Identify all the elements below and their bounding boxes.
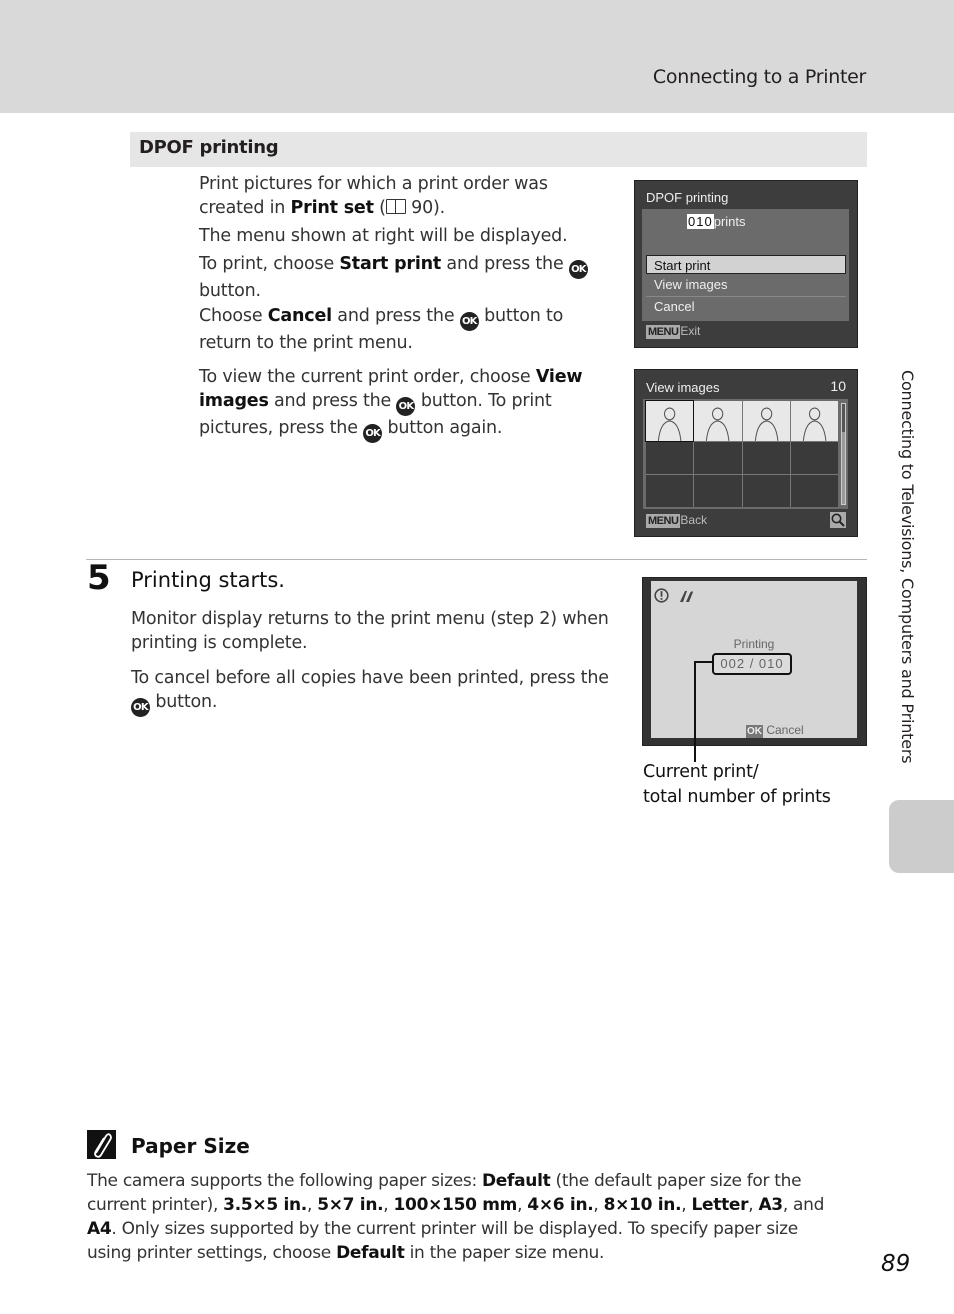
dpof-printing-screen: DPOF printing 010prints Start print View… xyxy=(634,180,858,348)
callout-label: Current print/ total number of prints xyxy=(643,762,831,807)
thumbnail-empty xyxy=(646,441,694,474)
thumbnail-empty xyxy=(742,441,790,474)
chapter-side-label: Connecting to Televisions, Computers and… xyxy=(898,370,917,764)
note-text-segment: , xyxy=(383,1195,394,1215)
page-number: 89 xyxy=(881,1251,911,1277)
print-progress-counter: 002 / 010 xyxy=(712,653,792,675)
paper-size-option: A4 xyxy=(87,1219,112,1239)
thumbnail-grid xyxy=(644,400,838,507)
instruction-para: The menu shown at right will be displaye… xyxy=(199,226,568,246)
print-count-suffix: prints xyxy=(713,214,746,229)
printing-status: Printing xyxy=(733,637,775,651)
menu-item-start-print[interactable]: Start print xyxy=(646,255,846,274)
instruction-para: Choose Cancel and press the OK button to… xyxy=(199,306,564,353)
thumbnail-empty xyxy=(742,474,790,507)
note-text-segment: The camera supports the following paper … xyxy=(87,1171,482,1191)
magnify-icon xyxy=(830,512,846,528)
chapter-side-tab xyxy=(889,800,954,873)
note-text-segment: in the paper size menu. xyxy=(404,1243,605,1263)
warning-icon xyxy=(654,588,669,603)
ok-button-icon: OK xyxy=(363,424,383,443)
ok-button-icon: OK xyxy=(459,312,479,331)
menu-key-icon: MENU xyxy=(646,325,681,339)
screen-panel: 010prints Start print View images Cancel xyxy=(642,209,849,321)
step-para: To cancel before all copies have been pr… xyxy=(131,666,611,717)
scrollbar[interactable] xyxy=(841,403,846,505)
thumbnail-woman-with-child[interactable] xyxy=(694,401,742,441)
menu-item-cancel[interactable]: Cancel xyxy=(654,299,694,314)
callout-line xyxy=(694,661,696,762)
menu-key-icon: MENU xyxy=(646,514,681,528)
note-title: Paper Size xyxy=(131,1134,250,1158)
note-text-segment: , xyxy=(593,1195,604,1215)
chapter-title: Connecting to a Printer xyxy=(652,66,866,88)
thumbnail-empty xyxy=(694,474,742,507)
screen-footer: MENU Exit xyxy=(646,324,701,339)
section-divider xyxy=(86,559,867,560)
instruction-para: To print, choose Start print and press t… xyxy=(199,252,609,303)
thumbnail-empty xyxy=(694,441,742,474)
thumbnail-flowers[interactable] xyxy=(790,401,838,441)
thumbnail-empty xyxy=(790,474,838,507)
thumbnail-empty xyxy=(790,441,838,474)
paper-size-option: 5×7 in. xyxy=(317,1195,384,1215)
paper-size-option: 4×6 in. xyxy=(527,1195,594,1215)
section-title: DPOF printing xyxy=(139,137,279,158)
image-count: 10 xyxy=(830,378,846,394)
callout-line xyxy=(694,661,713,663)
book-icon xyxy=(385,199,406,214)
printing-screen: Printing 002 / 010 OK Cancel xyxy=(642,577,867,746)
thumbnail-panel xyxy=(643,399,848,509)
note-text-segment: , xyxy=(748,1195,759,1215)
note-text-segment: , xyxy=(517,1195,528,1215)
paper-size-option: 8×10 in. xyxy=(603,1195,682,1215)
cancel-hint: OK Cancel xyxy=(746,723,804,738)
paper-size-option: 3.5×5 in. xyxy=(223,1195,307,1215)
note-body: The camera supports the following paper … xyxy=(87,1169,847,1265)
paper-size-option: Default xyxy=(336,1243,405,1263)
step-title: Printing starts. xyxy=(131,568,285,592)
ok-button-icon: OK xyxy=(396,397,416,416)
header-band xyxy=(0,0,954,113)
step-para: Monitor display returns to the print men… xyxy=(131,609,609,653)
ok-button-icon: OK xyxy=(131,698,150,717)
printing-panel: Printing 002 / 010 OK Cancel xyxy=(651,581,857,738)
thumbnail-portrait-woman[interactable] xyxy=(644,400,695,442)
print-count: 010 xyxy=(687,214,714,229)
paper-size-option: 100×150 mm xyxy=(393,1195,518,1215)
instruction-para: Print pictures for which a print order w… xyxy=(199,174,548,218)
paper-size-option: Letter xyxy=(691,1195,749,1215)
pictbridge-icon xyxy=(678,589,694,603)
view-images-screen: View images 10 MENU Back xyxy=(634,369,858,537)
screen-footer: MENU Back xyxy=(646,513,708,528)
screen-title: View images xyxy=(646,380,720,395)
thumbnail-empty xyxy=(646,474,694,507)
note-text-segment: , xyxy=(306,1195,318,1215)
paper-size-option: A3 xyxy=(758,1195,783,1215)
step-number: 5 xyxy=(87,558,111,598)
instruction-para: To view the current print order, choose … xyxy=(199,365,609,443)
scrollbar-thumb[interactable] xyxy=(842,404,845,432)
ok-button-icon: OK xyxy=(568,260,588,279)
ok-key-icon: OK xyxy=(746,725,763,738)
note-text-segment: , and xyxy=(782,1195,825,1215)
screen-title: DPOF printing xyxy=(646,190,729,205)
thumbnail-family-walking[interactable] xyxy=(742,401,790,441)
note-text-segment: , xyxy=(681,1195,692,1215)
paperclip-icon xyxy=(87,1130,116,1159)
paper-size-option: Default xyxy=(481,1171,551,1191)
menu-item-view-images[interactable]: View images xyxy=(654,277,727,292)
